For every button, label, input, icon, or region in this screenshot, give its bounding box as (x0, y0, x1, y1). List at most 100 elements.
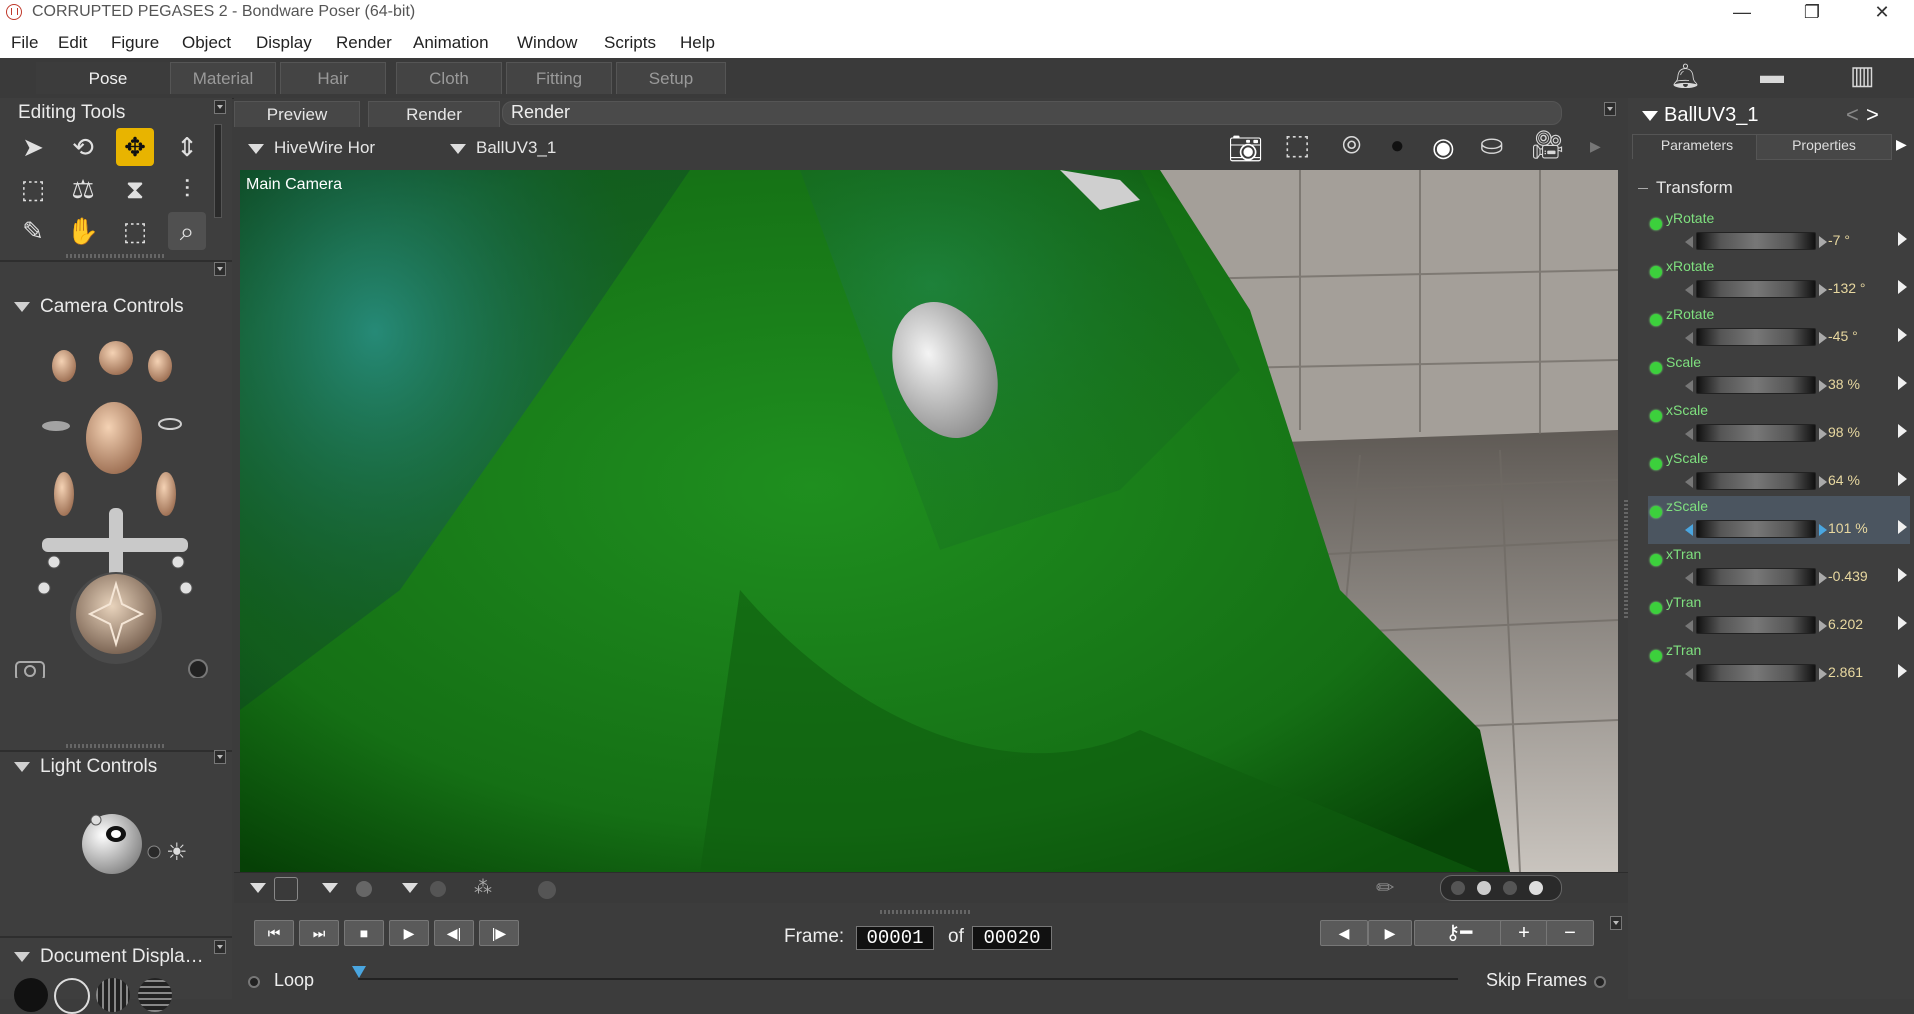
shadow-dot-icon[interactable] (356, 881, 372, 897)
go-to-start-button[interactable]: ⏮ (254, 920, 294, 946)
prev-actor-icon[interactable]: < (1846, 102, 1859, 128)
maximize-button[interactable]: ❐ (1792, 2, 1832, 23)
timeline-slider[interactable] (358, 978, 1458, 980)
tab-hair[interactable]: Hair (280, 62, 386, 94)
param-zrotate[interactable]: zRotate -45 ° (1648, 304, 1910, 352)
color-tool-icon[interactable]: ✎ (14, 212, 52, 250)
scale-tool-icon[interactable]: ⬚ (14, 170, 52, 208)
document-display-menu-button[interactable] (214, 940, 226, 954)
tab-parameters[interactable]: Parameters (1632, 134, 1762, 159)
menu-file[interactable]: File (11, 33, 38, 53)
style-dot-icon[interactable] (430, 881, 446, 897)
play-button[interactable]: ▶ (389, 920, 429, 946)
twist-tool-icon[interactable]: ⫶ (168, 170, 206, 208)
light-controls-widget[interactable]: ☀ (74, 804, 204, 884)
render-settings-icon[interactable]: ⛀ (1480, 128, 1503, 161)
tab-setup[interactable]: Setup (616, 62, 726, 94)
right-panel-resize-grip[interactable] (1624, 498, 1628, 618)
param-menu-arrow[interactable] (1898, 568, 1907, 582)
transform-group[interactable]: Transform (1638, 178, 1733, 198)
param-menu-arrow[interactable] (1898, 664, 1907, 678)
param-dial[interactable] (1685, 568, 1827, 586)
camera-controls-widget[interactable] (14, 338, 220, 678)
snapshot-icon[interactable]: ⦾ (1342, 132, 1361, 160)
param-menu-arrow[interactable] (1898, 328, 1907, 342)
current-frame-field[interactable]: 00001 (856, 926, 934, 950)
prev-key-button[interactable]: ◀ (1320, 920, 1368, 946)
stop-button[interactable]: ■ (344, 920, 384, 946)
next-frame-button[interactable]: |▶ (479, 920, 519, 946)
param-menu-arrow[interactable] (1898, 520, 1907, 534)
loop-radio[interactable] (248, 976, 260, 988)
taper-tool-icon[interactable]: ⚖ (64, 170, 102, 208)
param-zscale[interactable]: zScale 101 % (1648, 496, 1910, 544)
silhouette-style-icon[interactable] (14, 978, 48, 1012)
hidden-line-style-icon[interactable] (138, 978, 172, 1012)
actor-select[interactable]: BallUV3_1 (450, 138, 556, 158)
menu-window[interactable]: Window (517, 33, 577, 53)
panel-resize-grip[interactable] (66, 254, 164, 258)
translate-in-out-icon[interactable]: ⇕ (168, 128, 206, 166)
view-magnifier-icon[interactable]: ⌕ (168, 212, 206, 250)
close-button[interactable]: ✕ (1862, 2, 1902, 23)
tabs-more-icon[interactable]: ▶ (1896, 136, 1907, 153)
pencil-icon[interactable]: ✏ (1376, 875, 1394, 901)
figure-select[interactable]: HiveWire Hor (248, 138, 375, 158)
next-actor-icon[interactable]: > (1866, 102, 1879, 128)
go-to-end-button[interactable]: ⏭ (299, 920, 339, 946)
document-menu-button[interactable] (1604, 102, 1616, 116)
param-dial[interactable] (1685, 664, 1827, 682)
tab-cloth[interactable]: Cloth (396, 62, 502, 94)
bg-dot-icon[interactable] (538, 881, 556, 899)
param-dial[interactable] (1685, 328, 1827, 346)
param-dial[interactable] (1685, 520, 1827, 538)
ground-square-icon[interactable] (274, 877, 298, 901)
tab-material[interactable]: Material (170, 62, 276, 94)
morph-brush-icon[interactable]: ⬚ (116, 212, 154, 250)
prev-frame-button[interactable]: ◀| (434, 920, 474, 946)
spheres-icon[interactable]: ⁂ (474, 877, 492, 898)
param-dial[interactable] (1685, 280, 1827, 298)
menu-object[interactable]: Object (182, 33, 231, 53)
render-dot-icon[interactable]: ● (1390, 132, 1405, 160)
param-dial[interactable] (1685, 472, 1827, 490)
chain-break-icon[interactable]: ⧗ (116, 170, 154, 208)
minimize-button[interactable]: — (1722, 2, 1762, 23)
wireframe-style-icon[interactable] (96, 978, 130, 1012)
light-controls-menu-button[interactable] (214, 750, 226, 764)
actor-title[interactable]: BallUV3_1 (1642, 104, 1759, 127)
outline-style-icon[interactable] (54, 978, 90, 1014)
timeline-resize-grip[interactable] (880, 910, 970, 914)
editing-tools-scrollbar[interactable] (214, 124, 222, 218)
param-ytran[interactable]: yTran 6.202 (1648, 592, 1910, 640)
param-dial[interactable] (1685, 616, 1827, 634)
tab-properties[interactable]: Properties (1756, 134, 1892, 160)
timeline-playhead[interactable] (352, 966, 366, 978)
param-ztran[interactable]: zTran 2.861 (1648, 640, 1910, 688)
movie-icon[interactable]: 🎥︎ (1530, 128, 1566, 161)
param-xrotate[interactable]: xRotate -132 ° (1648, 256, 1910, 304)
bell-icon[interactable]: 🔔︎ (1670, 62, 1700, 91)
param-dial[interactable] (1685, 376, 1827, 394)
editing-tools-menu-button[interactable] (214, 100, 226, 114)
select-tool-icon[interactable]: ➤ (14, 128, 52, 166)
animation-menu-button[interactable] (1610, 916, 1622, 930)
tab-fitting[interactable]: Fitting (506, 62, 612, 94)
camera-controls-menu-button[interactable] (214, 262, 226, 276)
param-menu-arrow[interactable] (1898, 376, 1907, 390)
render-camera-icon[interactable]: 📷︎ (1228, 132, 1264, 165)
param-yrotate[interactable]: yRotate -7 ° (1648, 208, 1910, 256)
menu-figure[interactable]: Figure (111, 33, 159, 53)
add-keyframe-button[interactable]: + (1500, 920, 1548, 946)
chat-icon[interactable]: ▬ (1760, 62, 1784, 90)
menu-display[interactable]: Display (256, 33, 312, 53)
menu-animation[interactable]: Animation (413, 33, 489, 53)
library-icon[interactable]: ▥ (1850, 60, 1875, 91)
main-viewport[interactable]: Main Camera (240, 170, 1618, 872)
param-scale[interactable]: Scale 38 % (1648, 352, 1910, 400)
edit-keyframes-key-icon[interactable]: ⚷━ (1414, 920, 1504, 946)
sketch-render-icon[interactable]: ◉ (1432, 132, 1455, 163)
param-menu-arrow[interactable] (1898, 232, 1907, 246)
total-frames-field[interactable]: 00020 (972, 926, 1052, 950)
toolbar-more-icon[interactable]: ▶ (1590, 138, 1601, 155)
